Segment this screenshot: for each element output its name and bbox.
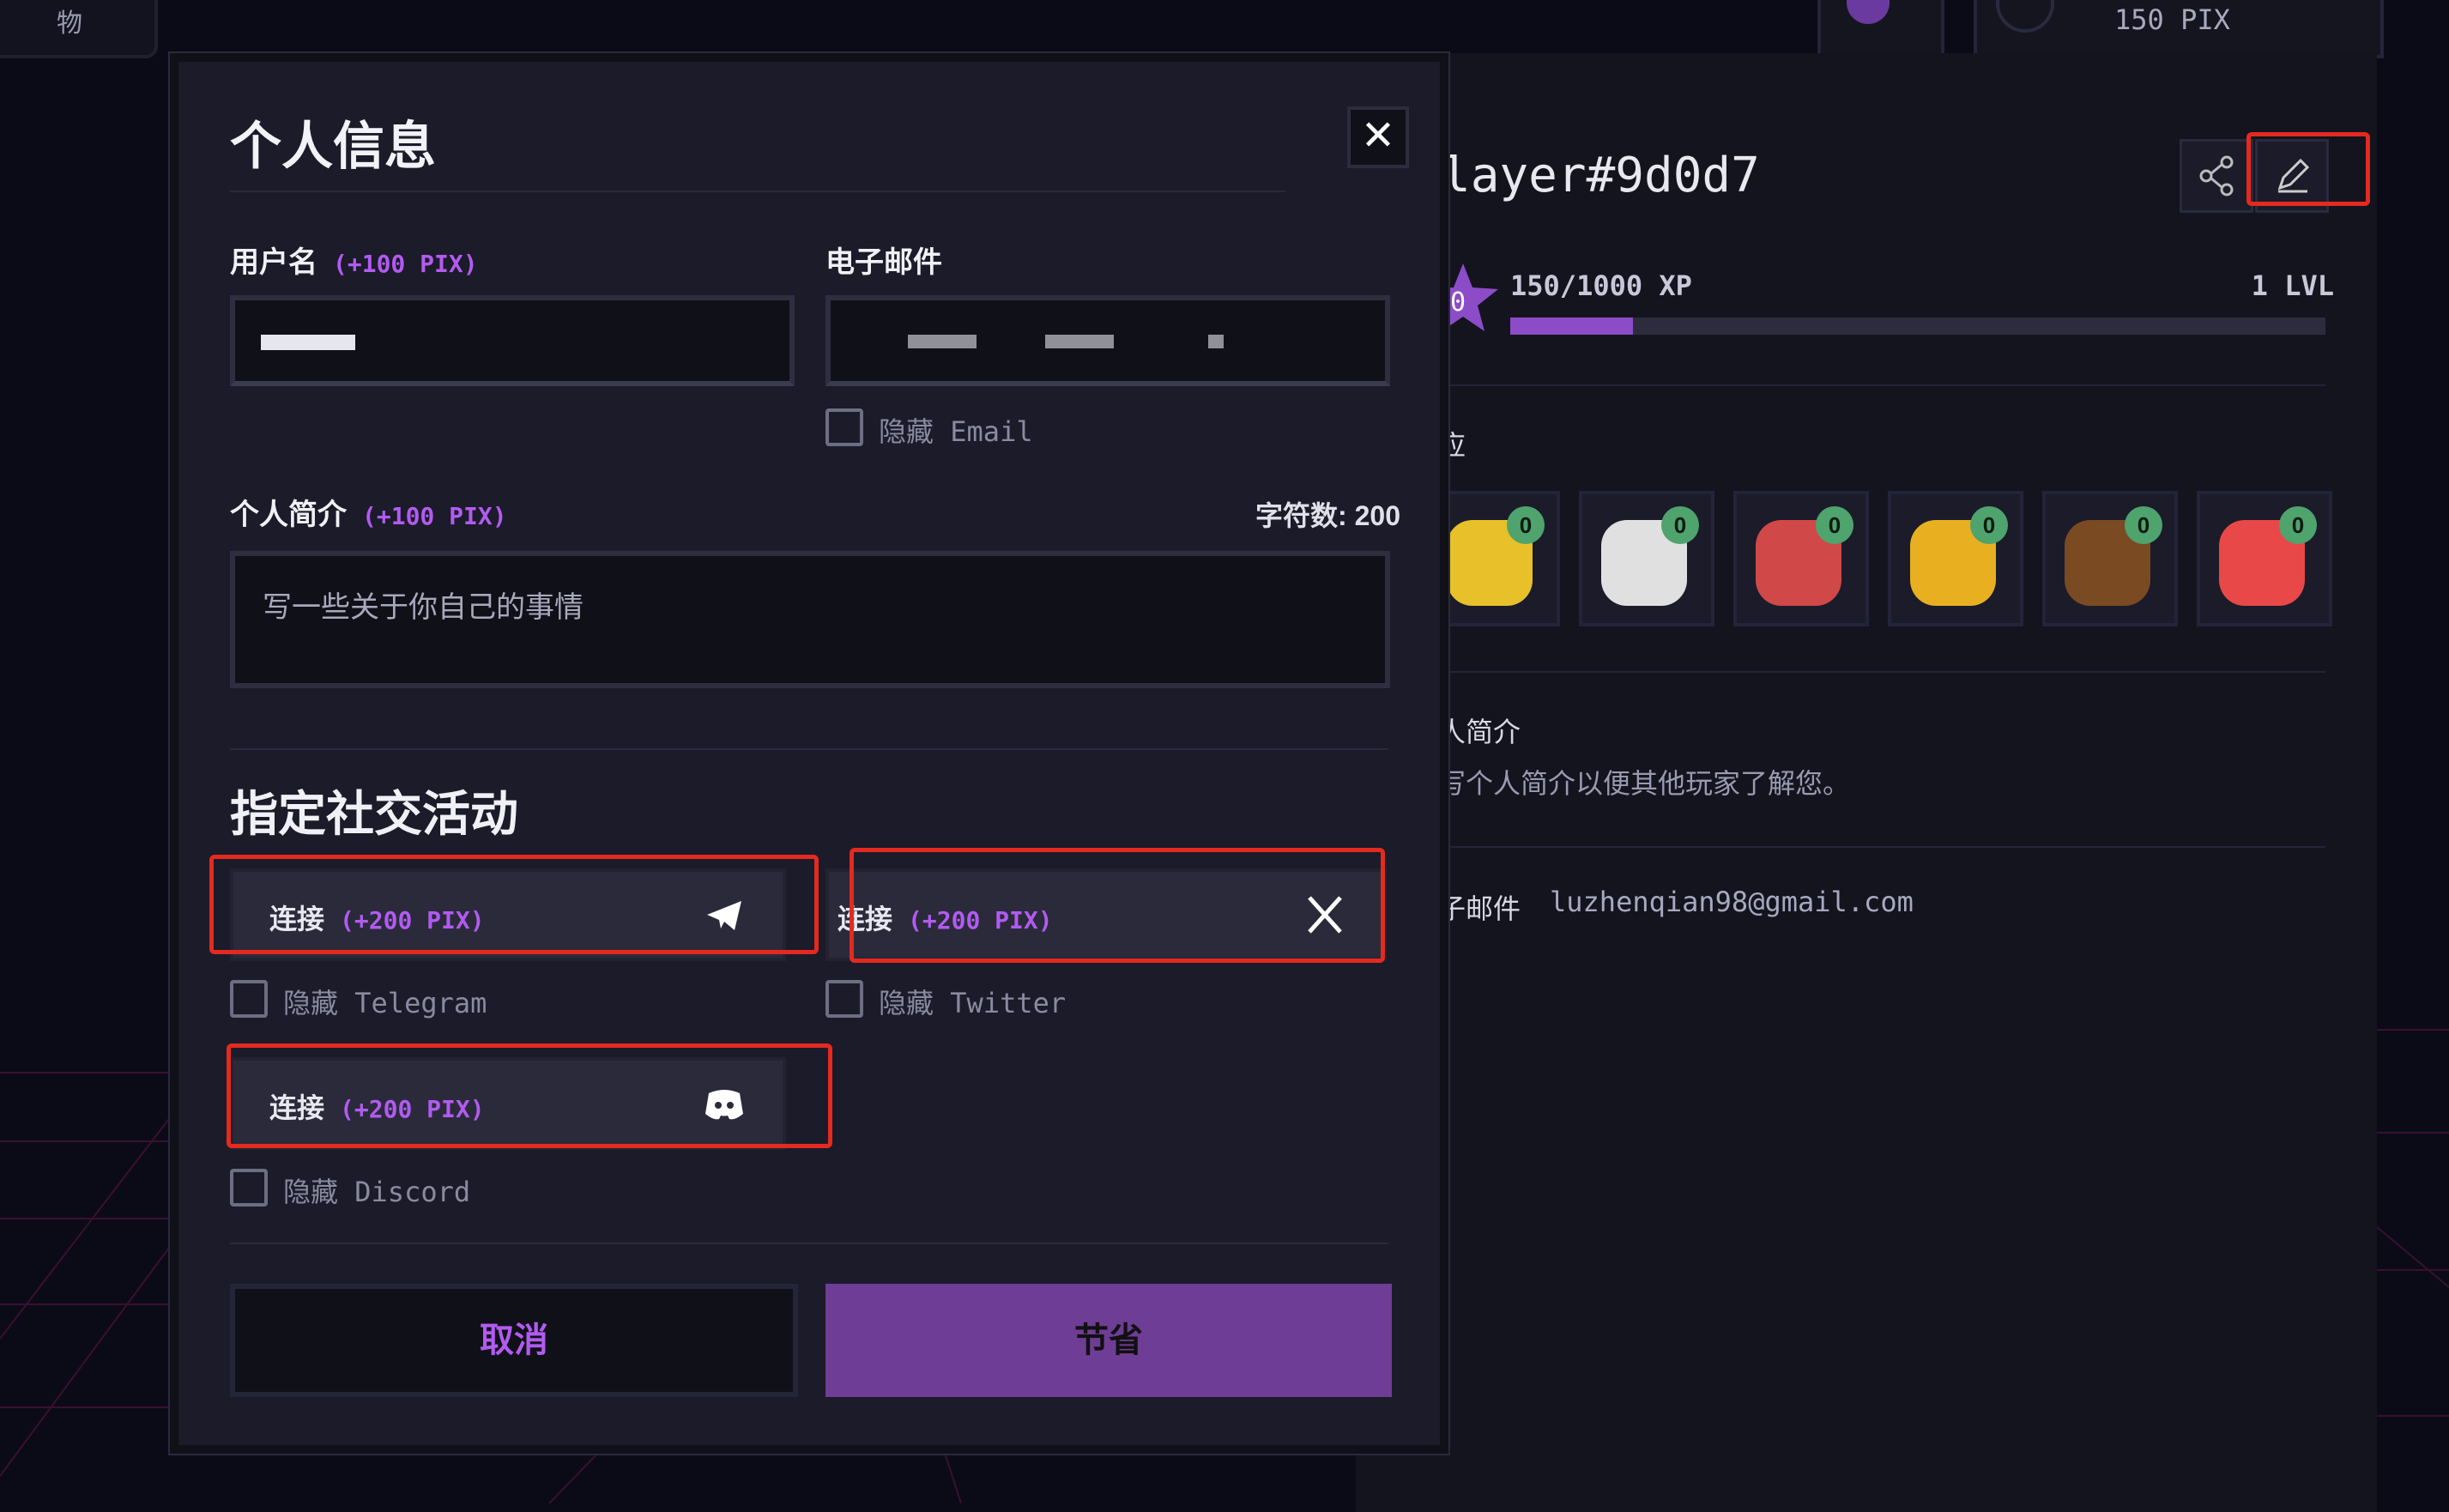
redacted-text (261, 335, 355, 350)
username-label: 用户名 (+100 PIX) (230, 239, 478, 281)
achievement-count: 0 (1970, 506, 2008, 544)
level-badge: 0 (1450, 287, 1466, 318)
username-label-text: 用户名 (230, 246, 317, 279)
connect-twitter-button[interactable]: 连接 (+200 PIX) (825, 868, 1387, 961)
xp-label: 150/1000 XP (1510, 269, 1692, 302)
pix-balance-value: 150 PIX (2114, 3, 2230, 36)
telegram-bonus: (+200 PIX) (340, 906, 485, 934)
telegram-connect-text: 连接 (269, 904, 325, 934)
twitter-connect-label: 连接 (+200 PIX) (837, 898, 1053, 937)
achievement-rainbow-heart[interactable]: 0 (2197, 491, 2332, 626)
discord-bonus: (+200 PIX) (340, 1095, 485, 1123)
email-field-label: 电子邮件 (825, 246, 942, 279)
redacted-text (1208, 335, 1224, 348)
username-field[interactable] (230, 295, 795, 386)
close-icon: ✕ (1360, 113, 1396, 159)
char-counter: 字符数: 200 (1255, 500, 1400, 531)
bio-text: 写个人简介以便其他玩家了解您。 (1438, 768, 1851, 799)
achievement-count: 0 (2279, 506, 2317, 544)
x-logo-icon (1308, 896, 1342, 934)
bio-label: 个人简介 (+100 PIX) (230, 491, 507, 533)
email-value: luzhenqian98@gmail.com (1550, 886, 1914, 918)
xp-progress-bar (1510, 318, 2325, 335)
level-label: 1 LVL (2251, 269, 2334, 302)
hide-email-checkbox[interactable] (825, 408, 863, 446)
nav-tab[interactable]: 物 (0, 0, 158, 58)
save-button[interactable]: 节省 (825, 1284, 1392, 1397)
achievement-skull[interactable]: 0 (1579, 491, 1714, 626)
redacted-text (908, 335, 977, 348)
divider (230, 748, 1388, 750)
connect-discord-button[interactable]: 连接 (+200 PIX) (230, 1057, 786, 1150)
edit-profile-button[interactable] (2255, 139, 2329, 213)
divider (1433, 846, 2325, 848)
bio-bonus: (+100 PIX) (362, 502, 507, 530)
modal-title: 个人信息 (230, 118, 436, 175)
share-button[interactable] (2180, 139, 2253, 213)
hide-telegram-label: 隐藏 Telegram (283, 987, 487, 1019)
hide-twitter-label: 隐藏 Twitter (879, 987, 1067, 1019)
username-bonus: (+100 PIX) (333, 250, 478, 278)
bio-label-text: 个人简介 (230, 499, 347, 531)
achievement-poop[interactable]: 0 (2042, 491, 2178, 626)
discord-connect-label: 连接 (+200 PIX) (269, 1086, 485, 1126)
hide-twitter-checkbox[interactable] (825, 980, 863, 1018)
hide-telegram-checkbox[interactable] (230, 980, 268, 1018)
achievement-robot[interactable]: 0 (1733, 491, 1869, 626)
profile-panel: layer#9d0d7 0 150/1000 XP 1 LVL 应 000000… (1356, 53, 2377, 1512)
hide-email-label: 隐藏 Email (879, 415, 1033, 448)
achievement-boot[interactable]: 0 (1888, 491, 2023, 626)
telegram-icon (707, 901, 741, 930)
help-icon (1996, 0, 2054, 33)
xp-progress-fill (1510, 318, 1633, 335)
share-icon (2199, 155, 2234, 197)
divider (1433, 384, 2325, 386)
hide-discord-label: 隐藏 Discord (283, 1176, 471, 1208)
hide-discord-checkbox[interactable] (230, 1169, 268, 1207)
profile-edit-modal: 个人信息 ✕ 用户名 (+100 PIX) 电子邮件 隐藏 Email 个人简介 (… (170, 53, 1448, 1454)
twitter-connect-text: 连接 (837, 904, 893, 934)
nav-tab-label: 物 (57, 9, 82, 38)
divider (1433, 671, 2325, 673)
avatar-button[interactable] (1817, 0, 1944, 58)
achievement-count: 0 (2125, 506, 2162, 544)
bio-textarea[interactable]: 写一些关于你自己的事情 (230, 551, 1390, 688)
bio-title: 人简介 (1438, 717, 1521, 747)
achievement-count: 0 (1507, 506, 1545, 544)
achievement-count: 0 (1661, 506, 1699, 544)
divider (230, 1243, 1388, 1244)
bio-placeholder: 写一些关于你自己的事情 (263, 591, 584, 624)
redacted-text (1045, 335, 1114, 348)
pencil-icon (2277, 158, 2310, 193)
cancel-button[interactable]: 取消 (230, 1284, 798, 1397)
twitter-bonus: (+200 PIX) (908, 906, 1053, 934)
email-field[interactable] (825, 295, 1390, 386)
email-label: 子邮件 (1438, 893, 1521, 924)
telegram-connect-label: 连接 (+200 PIX) (269, 898, 485, 937)
avatar-icon (1847, 0, 1890, 24)
pix-balance[interactable]: 150 PIX (1974, 0, 2384, 58)
social-title: 指定社交活动 (230, 787, 518, 841)
divider (230, 191, 1285, 192)
discord-icon (705, 1090, 743, 1120)
achievement-count: 0 (1816, 506, 1853, 544)
discord-connect-text: 连接 (269, 1092, 325, 1123)
player-name: layer#9d0d7 (1442, 148, 1760, 203)
connect-telegram-button[interactable]: 连接 (+200 PIX) (230, 868, 786, 961)
close-button[interactable]: ✕ (1347, 106, 1409, 168)
